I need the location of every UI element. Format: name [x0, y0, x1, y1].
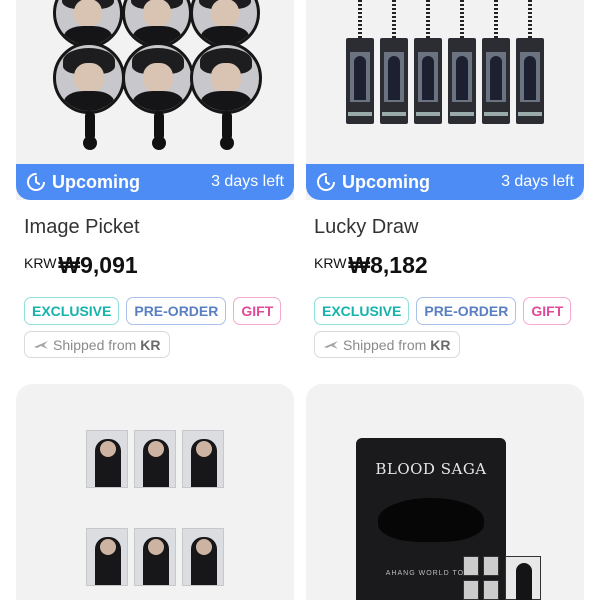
clock-countdown-icon: [26, 172, 46, 192]
upcoming-status-bar: Upcoming 3 days left: [306, 164, 584, 200]
time-left: 3 days left: [211, 173, 284, 190]
tag-list: EXCLUSIVE PRE-ORDER GIFT: [24, 297, 282, 325]
tag-exclusive: EXCLUSIVE: [24, 297, 120, 325]
price-row: KRW ₩8,182: [314, 252, 428, 279]
shipping-label: Shipped from: [53, 336, 137, 353]
status-label: Upcoming: [342, 171, 430, 192]
tag-exclusive: EXCLUSIVE: [314, 297, 410, 325]
shipping-origin: KR: [430, 336, 451, 353]
tag-gift: GIFT: [523, 297, 572, 325]
mini-photocards: [463, 556, 541, 600]
product-image[interactable]: [16, 384, 294, 600]
airplane-icon: [33, 339, 49, 351]
tag-gift: GIFT: [233, 297, 282, 325]
shipping-badge: Shipped from KR: [314, 331, 460, 358]
product-image[interactable]: BLOOD SAGA AHANG WORLD TOUR: [306, 384, 584, 600]
time-left: 3 days left: [501, 173, 574, 190]
product-title[interactable]: Image Picket: [24, 216, 140, 239]
tag-pre-order: PRE-ORDER: [416, 297, 517, 325]
status-label: Upcoming: [52, 171, 140, 192]
airplane-icon: [323, 339, 339, 351]
currency-code: KRW: [24, 255, 57, 271]
image-picket-graphic: [50, 0, 262, 160]
tag-list: EXCLUSIVE PRE-ORDER GIFT: [314, 297, 572, 325]
price: ₩8,182: [348, 252, 428, 278]
blanket-brand-text: BLOOD SAGA: [375, 460, 487, 478]
price-row: KRW ₩9,091: [24, 252, 138, 279]
shipping-badge: Shipped from KR: [24, 331, 170, 358]
shipping-label: Shipped from: [343, 336, 427, 353]
product-title[interactable]: Lucky Draw: [314, 216, 418, 239]
tag-pre-order: PRE-ORDER: [126, 297, 227, 325]
currency-code: KRW: [314, 255, 347, 271]
upcoming-status-bar: Upcoming 3 days left: [16, 164, 294, 200]
price: ₩9,091: [58, 252, 138, 278]
clock-countdown-icon: [316, 172, 336, 192]
shipping-origin: KR: [140, 336, 161, 353]
